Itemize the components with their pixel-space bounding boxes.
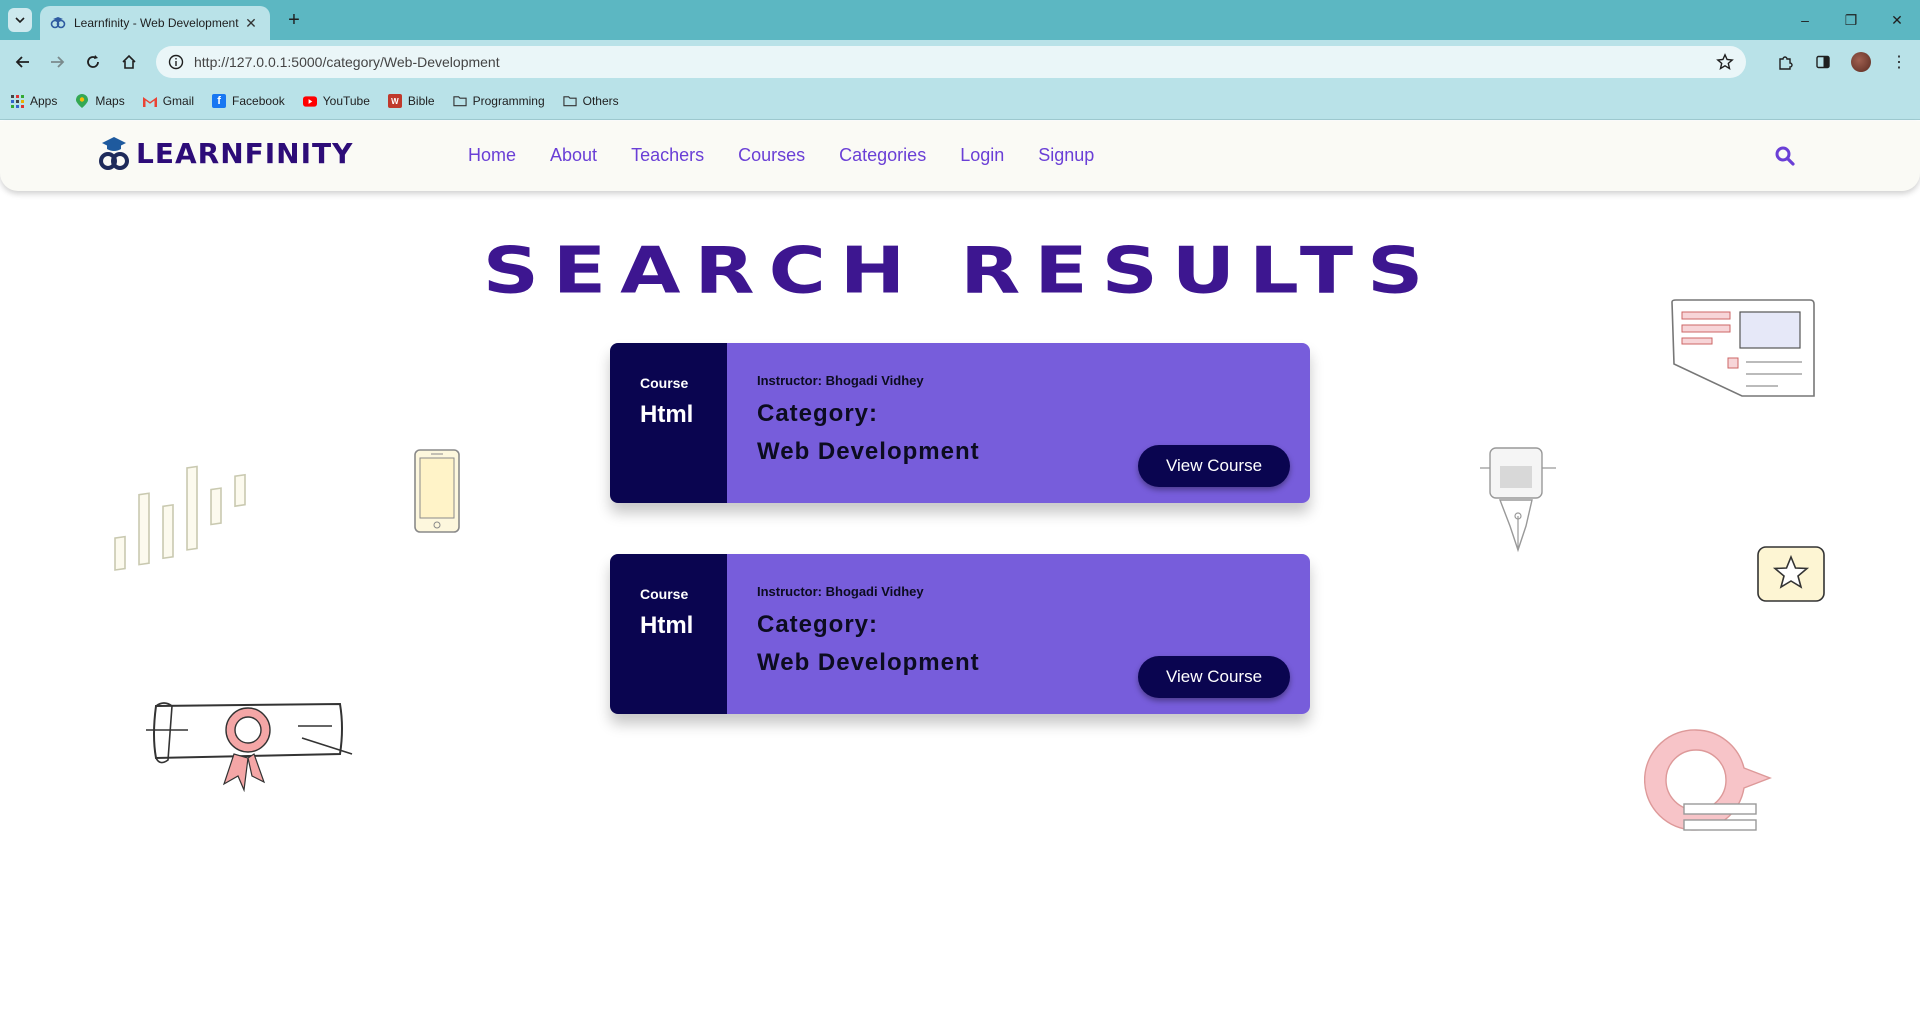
tab-list-button[interactable] (8, 8, 32, 32)
bookmark-label: Others (582, 94, 619, 108)
card-side-label: Course (640, 586, 689, 602)
learnfinity-logo-icon (99, 137, 129, 170)
close-tab-icon[interactable]: ✕ (242, 15, 260, 32)
card-body: Instructor: Bhogadi Vidhey Category: Web… (727, 554, 1310, 714)
learnfinity-favicon-icon (50, 17, 66, 29)
nav-categories[interactable]: Categories (839, 145, 926, 166)
bookmark-apps[interactable]: Apps (10, 94, 57, 108)
bookmark-gmail[interactable]: Gmail (142, 94, 195, 108)
bookmark-label: Gmail (162, 94, 195, 108)
tab-title: Learnfinity - Web Development (74, 16, 239, 30)
nav-home[interactable]: Home (468, 145, 516, 166)
nav-courses[interactable]: Courses (738, 145, 805, 166)
smartphone-illustration (414, 449, 460, 533)
bookmark-label: Bible (407, 94, 435, 108)
bookmark-youtube[interactable]: YouTube (302, 94, 370, 108)
page-title: Search Results (482, 234, 1438, 308)
folder-icon (562, 94, 577, 108)
bookmark-maps[interactable]: Maps (75, 94, 125, 108)
nav-login[interactable]: Login (960, 145, 1004, 166)
address-bar[interactable]: http://127.0.0.1:5000/category/Web-Devel… (156, 46, 1746, 78)
card-side-label: Course (640, 375, 689, 391)
youtube-icon (302, 94, 317, 108)
bookmark-bible[interactable]: W Bible (387, 94, 435, 108)
card-side-panel: Course Html (610, 343, 727, 503)
maps-pin-icon (75, 94, 89, 108)
browser-tab-active[interactable]: Learnfinity - Web Development ✕ (40, 6, 270, 40)
bookmark-label: Programming (472, 94, 545, 108)
star-badge-illustration (1757, 546, 1825, 602)
view-course-button[interactable]: View Course (1138, 656, 1290, 698)
apps-grid-icon (10, 94, 24, 108)
document-illustration (1671, 299, 1815, 397)
facebook-icon: f (212, 94, 227, 108)
bookmark-label: Facebook (232, 94, 285, 108)
nav-signup[interactable]: Signup (1038, 145, 1094, 166)
bookmark-label: Apps (30, 94, 58, 108)
diploma-scroll-illustration (146, 702, 353, 792)
profile-avatar[interactable] (1846, 47, 1876, 77)
gmail-icon (142, 94, 157, 108)
instructor-name: Instructor: Bhogadi Vidhey (757, 584, 924, 599)
browser-menu-icon[interactable]: ⋮ (1884, 47, 1914, 77)
course-card: Course Html Instructor: Bhogadi Vidhey C… (610, 343, 1310, 503)
bookmark-facebook[interactable]: f Facebook (212, 94, 285, 108)
site-logo[interactable]: LEARNFINITY (98, 133, 353, 173)
course-card: Course Html Instructor: Bhogadi Vidhey C… (610, 554, 1310, 714)
window-controls: – ❐ ✕ (1782, 0, 1920, 40)
forward-arrow-icon[interactable] (42, 47, 72, 77)
site-header: LEARNFINITY Home About Teachers Courses … (0, 121, 1920, 191)
browser-toolbar: http://127.0.0.1:5000/category/Web-Devel… (0, 40, 1920, 83)
nav-about[interactable]: About (550, 145, 597, 166)
main-nav: Home About Teachers Courses Categories L… (468, 145, 1094, 166)
bookmark-label: YouTube (322, 94, 370, 108)
folder-icon (452, 94, 467, 108)
course-name: Html (640, 401, 694, 428)
card-side-panel: Course Html (610, 554, 727, 714)
bible-icon: W (387, 94, 402, 108)
logo-text: LEARNFINITY (136, 136, 354, 170)
chat-bubble-illustration (1644, 729, 1772, 831)
new-tab-button[interactable]: + (282, 8, 306, 32)
minimize-icon[interactable]: – (1782, 0, 1828, 40)
chevron-down-icon (15, 17, 25, 24)
restore-icon[interactable]: ❐ (1828, 0, 1874, 40)
browser-tabstrip: Learnfinity - Web Development ✕ + – ❐ ✕ (0, 0, 1920, 40)
bookmarks-bar: Apps Maps Gmail f Facebook YouTube W Bib… (0, 83, 1920, 120)
bar-chart-illustration (114, 465, 246, 571)
home-icon[interactable] (114, 47, 144, 77)
extensions-puzzle-icon[interactable] (1770, 47, 1800, 77)
back-arrow-icon[interactable] (8, 47, 38, 77)
nav-teachers[interactable]: Teachers (631, 145, 704, 166)
search-icon[interactable] (1773, 144, 1797, 168)
bookmark-folder-others[interactable]: Others (562, 94, 619, 108)
bookmark-label: Maps (95, 94, 125, 108)
site-info-icon[interactable] (168, 54, 184, 70)
side-panel-icon[interactable] (1808, 47, 1838, 77)
toolbar-right: ⋮ (1770, 47, 1914, 77)
bookmark-star-icon[interactable] (1716, 53, 1734, 71)
card-body: Instructor: Bhogadi Vidhey Category: Web… (727, 343, 1310, 503)
view-course-button[interactable]: View Course (1138, 445, 1290, 487)
bookmark-folder-programming[interactable]: Programming (452, 94, 545, 108)
reload-icon[interactable] (78, 47, 108, 77)
fountain-pen-illustration (1480, 447, 1556, 553)
course-name: Html (640, 612, 694, 639)
category-label: Category: (757, 400, 879, 427)
instructor-name: Instructor: Bhogadi Vidhey (757, 373, 924, 388)
category-label: Category: (757, 611, 879, 638)
url-text[interactable]: http://127.0.0.1:5000/category/Web-Devel… (194, 54, 1716, 70)
close-window-icon[interactable]: ✕ (1874, 0, 1920, 40)
